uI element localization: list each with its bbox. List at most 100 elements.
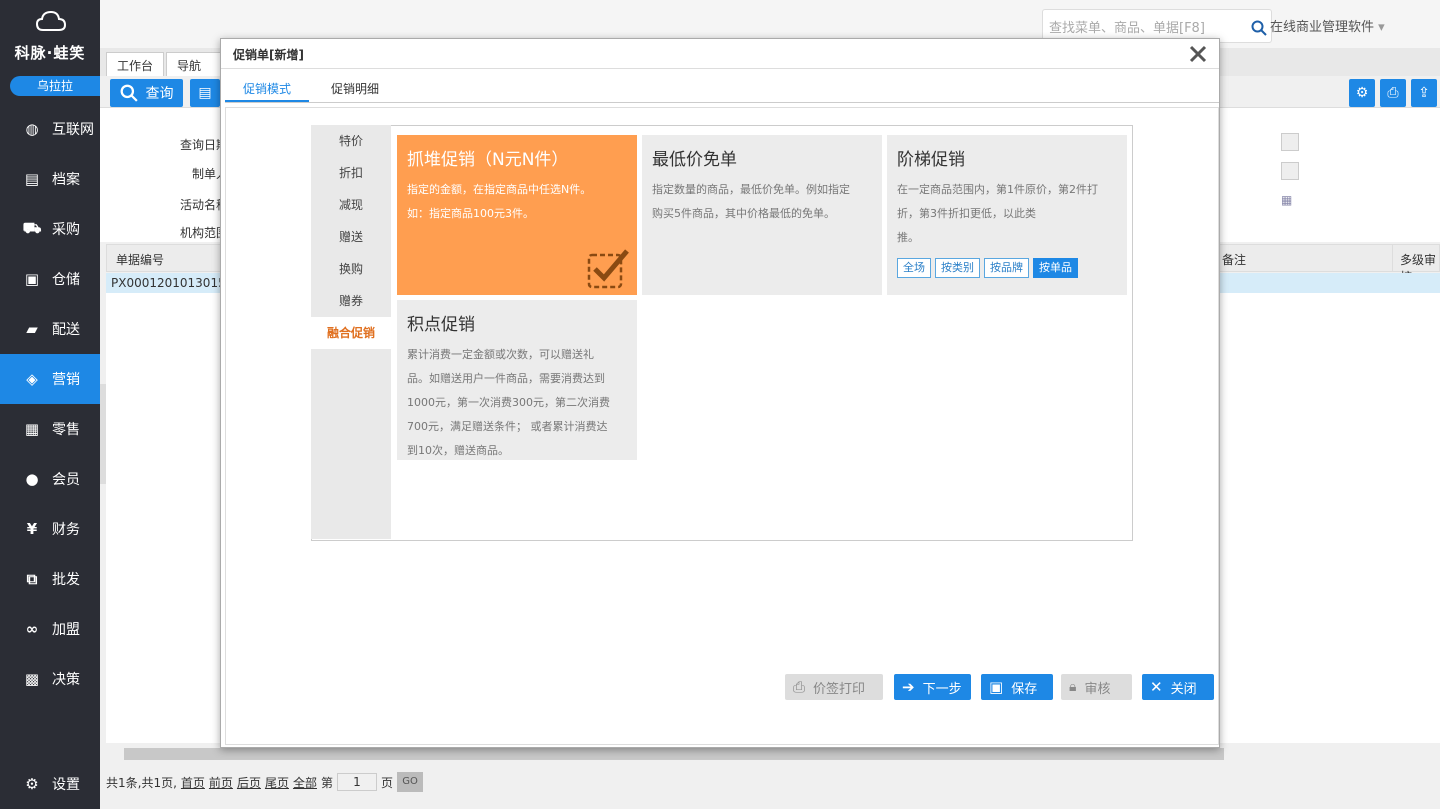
sidebar-item-internet[interactable]: ◍ 互联网 bbox=[0, 104, 100, 154]
tab-navigation[interactable]: 导航图 bbox=[166, 52, 222, 90]
card-points-promotion[interactable]: 积点促销 累计消费一定金额或次数，可以赠送礼 品。如赠送用户一件商品，需要消费达… bbox=[397, 300, 637, 460]
prev-page-link[interactable]: 前页 bbox=[209, 774, 233, 791]
category-coupon[interactable]: 赠券 bbox=[311, 285, 391, 317]
sidebar-item-wholesale[interactable]: ⧉ 批发 bbox=[0, 554, 100, 604]
cart-icon: ⛟ bbox=[22, 219, 42, 237]
settings-button[interactable]: ⚙ bbox=[1349, 79, 1375, 107]
sidebar-item-finance[interactable]: ¥ 财务 bbox=[0, 504, 100, 554]
print-button[interactable]: ⎙ bbox=[1380, 79, 1406, 107]
sidebar-item-delivery[interactable]: ▰ 配送 bbox=[0, 304, 100, 354]
sidebar-item-retail[interactable]: ▦ 零售 bbox=[0, 404, 100, 454]
briefcase-icon: ▩ bbox=[24, 670, 40, 688]
save-button[interactable]: ▣ 保存 bbox=[981, 674, 1053, 700]
arrow-right-icon: ➔ bbox=[902, 678, 915, 696]
scope-chip-category[interactable]: 按类别 bbox=[935, 258, 980, 278]
new-document-button[interactable]: ▤ bbox=[190, 79, 220, 107]
category-cash-off[interactable]: 减现 bbox=[311, 189, 391, 221]
cloud-logo-icon bbox=[36, 10, 66, 31]
chevron-down-icon: ▾ bbox=[1378, 20, 1385, 35]
card-lowest-price-free[interactable]: 最低价免单 指定数量的商品，最低价免单。例如指定 购买5件商品，其中价格最低的免… bbox=[642, 135, 882, 295]
user-badge[interactable]: 乌拉拉 bbox=[10, 76, 100, 96]
col-header-id[interactable]: 单据编号 bbox=[116, 251, 164, 268]
dialog-header bbox=[221, 39, 1219, 69]
sidebar-item-storage[interactable]: ▣ 仓储 bbox=[0, 254, 100, 304]
tab-promotion-mode[interactable]: 促销模式 bbox=[225, 80, 309, 102]
card-desc: 推。 bbox=[897, 231, 919, 244]
query-label: 查询 bbox=[145, 86, 174, 102]
category-special-price[interactable]: 特价 bbox=[311, 125, 391, 157]
scope-chip-all[interactable]: 全场 bbox=[897, 258, 931, 278]
last-page-link[interactable]: 尾页 bbox=[265, 774, 289, 791]
app-title[interactable]: 在线商业管理软件 ▾ bbox=[1270, 16, 1385, 35]
tag-icon: ◈ bbox=[26, 370, 38, 388]
sidebar-item-decision[interactable]: ▩ 决策 bbox=[0, 654, 100, 704]
audit-button[interactable]: 🔒︎ 审核 bbox=[1061, 674, 1132, 700]
category-discount[interactable]: 折扣 bbox=[311, 157, 391, 189]
page-prefix: 第 bbox=[320, 775, 333, 790]
scope-chip-brand[interactable]: 按品牌 bbox=[984, 258, 1029, 278]
close-icon[interactable] bbox=[1187, 43, 1209, 65]
printer-icon: ⎙ bbox=[1387, 85, 1399, 101]
globe-icon: ◍ bbox=[25, 120, 39, 138]
sidebar-item-label: 仓储 bbox=[52, 272, 80, 288]
card-title: 抓堆促销（N元N件） bbox=[407, 150, 569, 170]
sidebar-item-label: 设置 bbox=[52, 777, 80, 793]
pager-summary: 共1条,共1页, bbox=[106, 775, 177, 790]
sidebar-item-purchase[interactable]: ⛟ 采购 bbox=[0, 204, 100, 254]
sidebar-item-label: 采购 bbox=[52, 222, 80, 238]
tab-workbench[interactable]: 工作台 bbox=[106, 52, 164, 76]
collapse-handle[interactable] bbox=[100, 384, 106, 484]
sidebar-item-member[interactable]: ● 会员 bbox=[0, 454, 100, 504]
yen-icon: ¥ bbox=[26, 520, 38, 538]
col-divider bbox=[1392, 244, 1393, 272]
go-button[interactable]: GO bbox=[397, 772, 424, 792]
category-gift[interactable]: 赠送 bbox=[311, 221, 391, 253]
close-button[interactable]: ✕ 关闭 bbox=[1142, 674, 1214, 700]
sidebar-item-label: 配送 bbox=[52, 322, 80, 338]
card-bundle-promotion[interactable]: 抓堆促销（N元N件） 指定的金额，在指定商品中任选N件。 如：指定商品100元3… bbox=[397, 135, 637, 295]
card-title: 最低价免单 bbox=[652, 150, 737, 170]
link-icon: ⧉ bbox=[26, 570, 38, 588]
card-title: 积点促销 bbox=[407, 315, 475, 335]
truck-icon: ▰ bbox=[26, 320, 38, 338]
query-button[interactable]: 查询 bbox=[110, 79, 183, 107]
chevron-down-icon[interactable] bbox=[1281, 133, 1299, 151]
lock-icon: 🔒︎ bbox=[1069, 679, 1077, 695]
card-desc: 到10次，赠送商品。 bbox=[407, 444, 509, 457]
card-desc: 700元，满足赠送条件； 或者累计消费达 bbox=[407, 420, 608, 433]
sidebar-item-settings[interactable]: ⚙ 设置 bbox=[0, 759, 100, 809]
next-step-button[interactable]: ➔ 下一步 bbox=[894, 674, 971, 700]
card-desc: 1000元，第一次消费300元，第二次消费 bbox=[407, 396, 610, 409]
label-print-button[interactable]: ⎙ 价签打印 bbox=[785, 674, 883, 700]
sidebar-item-label: 财务 bbox=[52, 522, 80, 538]
rings-icon: ∞ bbox=[25, 620, 39, 638]
next-page-link[interactable]: 后页 bbox=[237, 774, 261, 791]
sidebar-item-archive[interactable]: ▤ 档案 bbox=[0, 154, 100, 204]
all-pages-link[interactable]: 全部 bbox=[293, 774, 317, 791]
sidebar-item-label: 档案 bbox=[52, 172, 80, 188]
calendar-icon[interactable]: ▦ bbox=[1281, 193, 1299, 211]
search-icon[interactable] bbox=[1251, 20, 1267, 36]
category-combined[interactable]: 融合促销 bbox=[311, 317, 391, 349]
box-icon: ▣ bbox=[24, 270, 40, 288]
chevron-down-icon[interactable] bbox=[1281, 162, 1299, 180]
sidebar-item-label: 批发 bbox=[52, 572, 80, 588]
first-page-link[interactable]: 首页 bbox=[181, 774, 205, 791]
page-suffix: 页 bbox=[381, 775, 394, 790]
cell-id: PX00012010130157 bbox=[111, 276, 234, 290]
card-desc: 累计消费一定金额或次数，可以赠送礼 bbox=[407, 348, 594, 361]
page-number-input[interactable]: 1 bbox=[337, 773, 377, 791]
tab-promotion-detail[interactable]: 促销明细 bbox=[331, 80, 379, 102]
card-desc: 指定的金额，在指定商品中任选N件。 bbox=[407, 183, 592, 196]
export-button[interactable]: ⇪ bbox=[1411, 79, 1437, 107]
card-desc: 如：指定商品100元3件。 bbox=[407, 207, 534, 220]
scrollbar-thumb[interactable] bbox=[124, 748, 1224, 760]
sidebar-item-label: 互联网 bbox=[52, 122, 94, 138]
card-tiered-promotion[interactable]: 阶梯促销 在一定商品范围内，第1件原价，第2件打 折，第3件折扣更低，以此类 推… bbox=[887, 135, 1127, 295]
category-exchange[interactable]: 换购 bbox=[311, 253, 391, 285]
sidebar-item-marketing[interactable]: ◈ 营销 bbox=[0, 354, 100, 404]
search-placeholder: 查找菜单、商品、单据[F8] bbox=[1049, 21, 1205, 36]
scope-chip-item[interactable]: 按单品 bbox=[1033, 258, 1078, 278]
col-header-remark[interactable]: 备注 bbox=[1222, 251, 1246, 268]
sidebar-item-franchise[interactable]: ∞ 加盟 bbox=[0, 604, 100, 654]
